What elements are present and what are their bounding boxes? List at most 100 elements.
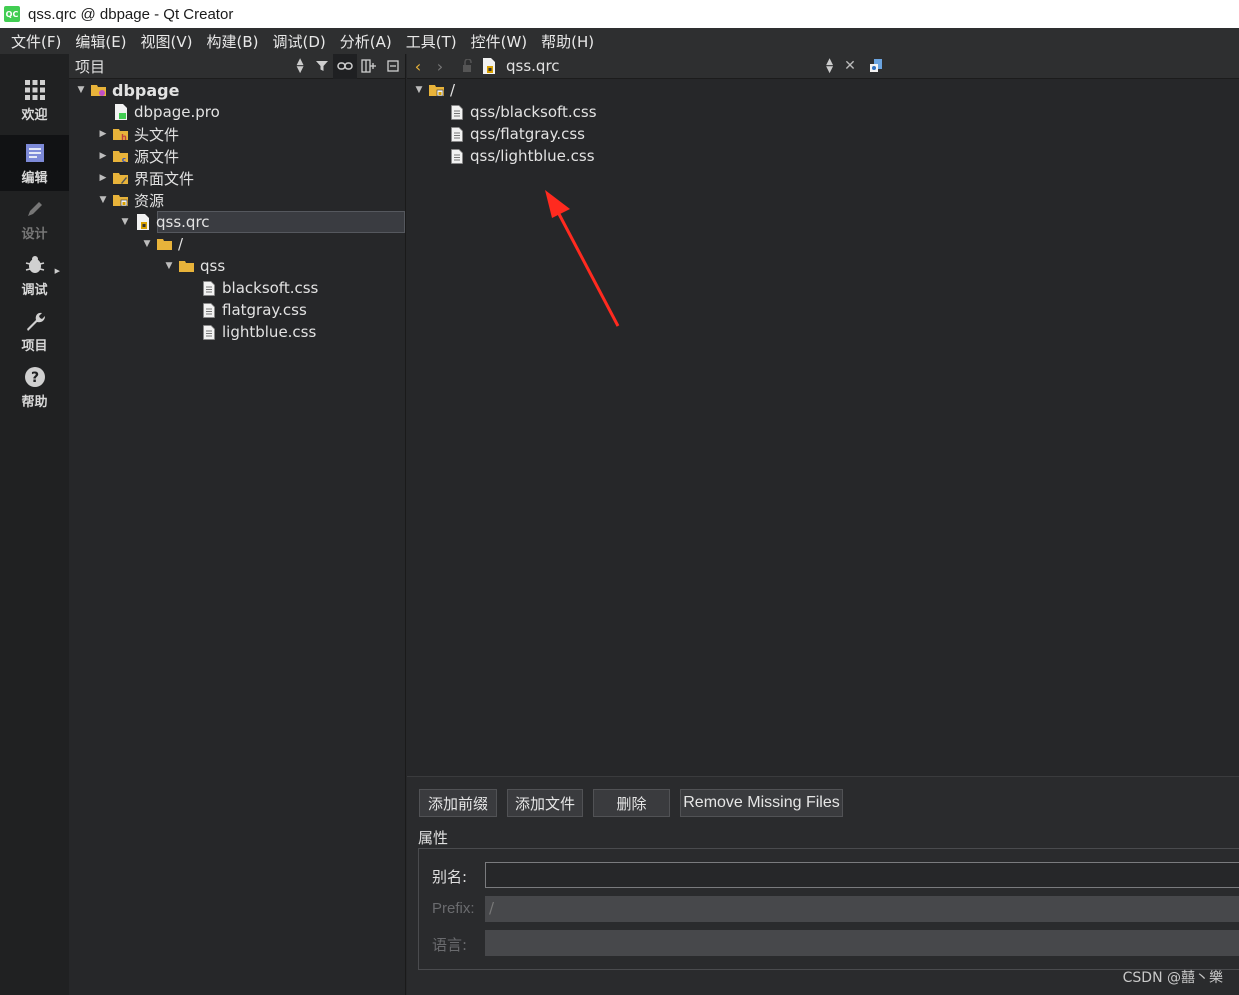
tree-item-sources[interactable]: ▶ c 源文件 — [97, 145, 179, 167]
add-prefix-button[interactable]: 添加前缀 — [419, 789, 497, 817]
grid-icon — [22, 78, 48, 102]
resource-prefix[interactable]: ▼ / — [413, 79, 456, 101]
mode-help[interactable]: ? 帮助 — [0, 359, 69, 415]
tree-label: qss/lightblue.css — [470, 147, 595, 165]
qrc-file-icon — [481, 58, 497, 74]
tree-label: 源文件 — [134, 147, 180, 166]
menu-edit[interactable]: 编辑(E) — [68, 31, 133, 52]
close-document-icon[interactable]: ✕ — [839, 54, 861, 79]
forward-arrow-icon[interactable]: › — [429, 54, 451, 79]
pencil-icon — [22, 197, 48, 221]
menu-tools[interactable]: 工具(T) — [399, 31, 464, 52]
tree-item-pro-file[interactable]: dbpage.pro — [97, 101, 220, 123]
help-icon: ? — [22, 365, 48, 389]
remove-missing-files-button[interactable]: Remove Missing Files — [680, 789, 843, 817]
tree-item-file[interactable]: lightblue.css — [185, 321, 316, 343]
qrc-file-icon — [135, 214, 151, 230]
expanded-arrow-icon: ▼ — [121, 217, 129, 227]
mode-edit[interactable]: 编辑 — [0, 135, 69, 191]
tree-item-headers[interactable]: ▶ h 头文件 — [97, 123, 179, 145]
mode-projects[interactable]: 项目 — [0, 303, 69, 359]
file-icon — [201, 324, 217, 340]
resource-file[interactable]: qss/lightblue.css — [445, 145, 595, 167]
tree-label: qss/flatgray.css — [470, 125, 585, 143]
file-icon — [201, 280, 217, 296]
view-selector-label: 项目 — [75, 57, 106, 76]
menu-bar: 文件(F) 编辑(E) 视图(V) 构建(B) 调试(D) 分析(A) 工具(T… — [0, 28, 1239, 54]
qt-creator-logo-icon: QC — [4, 6, 20, 22]
annotation-arrow-icon — [545, 190, 620, 327]
mode-label: 编辑 — [21, 170, 48, 186]
mode-design[interactable]: 设计 — [0, 191, 69, 247]
tree-label: / — [178, 235, 184, 253]
split-icon[interactable] — [357, 54, 381, 79]
link-icon[interactable] — [333, 53, 358, 79]
mode-label: 欢迎 — [21, 107, 48, 123]
document-selector[interactable]: qss.qrc ▲ ▼ — [479, 54, 839, 79]
menu-help[interactable]: 帮助(H) — [534, 31, 601, 52]
editor-area: ‹ › qss.qrc ▲▼ ✕ ▼ / qss/blacksoft.css — [407, 54, 1239, 995]
add-files-button[interactable]: 添加文件 — [507, 789, 583, 817]
tree-label: 界面文件 — [134, 169, 195, 188]
tree-label: dbpage.pro — [134, 103, 220, 121]
language-input[interactable] — [485, 930, 1239, 956]
menu-controls[interactable]: 控件(W) — [464, 31, 535, 52]
tree-item-resources[interactable]: ▼ 资源 — [97, 189, 164, 211]
project-panel: 项目 ▲ ▼ ▼ dbpage dbpage.pro ▶ h 头文件 ▶ c 源… — [69, 53, 406, 995]
tree-label: flatgray.css — [222, 301, 307, 319]
lock-icon[interactable] — [457, 54, 479, 79]
tree-label: qss — [200, 257, 226, 275]
tree-item-project[interactable]: ▼ dbpage — [75, 79, 180, 101]
project-toolbar: 项目 ▲ ▼ — [69, 53, 405, 79]
svg-text:c: c — [122, 156, 126, 163]
tree-label: qss/blacksoft.css — [470, 103, 597, 121]
collapsed-arrow-icon: ▶ — [99, 173, 107, 183]
resource-panel: 添加前缀 添加文件 删除 Remove Missing Files 属性 别名:… — [407, 776, 1239, 995]
tree-label: dbpage — [112, 80, 180, 100]
mode-debug[interactable]: 调试 ▶ — [0, 247, 69, 303]
tree-item-forms[interactable]: ▶ 界面文件 — [97, 167, 194, 189]
properties-group: 别名: Prefix: / 语言: — [418, 848, 1239, 970]
split-view-icon[interactable] — [865, 54, 887, 79]
resource-folder-icon — [113, 192, 129, 208]
tree-label: lightblue.css — [222, 323, 317, 341]
tree-item-qss-folder[interactable]: ▼ qss — [163, 255, 226, 277]
menu-debug[interactable]: 调试(D) — [266, 31, 333, 52]
expanded-arrow-icon: ▼ — [415, 85, 423, 95]
tree-item-qrc[interactable]: ▼ qss.qrc — [119, 211, 210, 233]
updown-arrow-icon: ▲ ▼ — [296, 56, 304, 75]
mode-welcome[interactable]: 欢迎 — [0, 72, 69, 128]
alias-input[interactable] — [485, 862, 1239, 888]
menu-build[interactable]: 构建(B) — [200, 31, 266, 52]
filter-icon[interactable] — [310, 54, 334, 79]
remove-button[interactable]: 删除 — [593, 789, 670, 817]
tree-label: / — [450, 81, 456, 99]
menu-analyze[interactable]: 分析(A) — [333, 31, 399, 52]
editor-toolbar: ‹ › qss.qrc ▲ ▼ ✕ — [407, 54, 1239, 79]
bug-icon — [22, 253, 48, 277]
close-panel-icon[interactable] — [381, 54, 405, 79]
tree-item-file[interactable]: blacksoft.css — [185, 277, 318, 299]
menu-view[interactable]: 视图(V) — [134, 31, 200, 52]
resource-file[interactable]: qss/blacksoft.css — [445, 101, 597, 123]
title-bar: QC qss.qrc @ dbpage - Qt Creator — [0, 0, 1239, 28]
menu-file[interactable]: 文件(F) — [4, 31, 68, 52]
resource-file[interactable]: qss/flatgray.css — [445, 123, 585, 145]
window-title: qss.qrc @ dbpage - Qt Creator — [28, 5, 234, 23]
view-selector[interactable]: 项目 ▲ ▼ — [69, 54, 308, 79]
tree-item-file[interactable]: flatgray.css — [185, 299, 307, 321]
header-folder-icon: h — [113, 126, 129, 142]
project-folder-icon — [91, 82, 107, 98]
prefix-input[interactable]: / — [485, 896, 1239, 922]
collapsed-arrow-icon: ▶ — [99, 151, 107, 161]
alias-label: 别名: — [432, 868, 468, 886]
file-icon — [449, 148, 465, 164]
back-arrow-icon[interactable]: ‹ — [407, 54, 429, 79]
file-icon — [201, 302, 217, 318]
folder-icon — [179, 258, 195, 274]
tree-item-prefix[interactable]: ▼ / — [141, 233, 184, 255]
tree-label: blacksoft.css — [222, 279, 319, 297]
svg-text:?: ? — [30, 370, 38, 386]
collapsed-arrow-icon: ▶ — [99, 129, 107, 139]
file-icon — [449, 104, 465, 120]
